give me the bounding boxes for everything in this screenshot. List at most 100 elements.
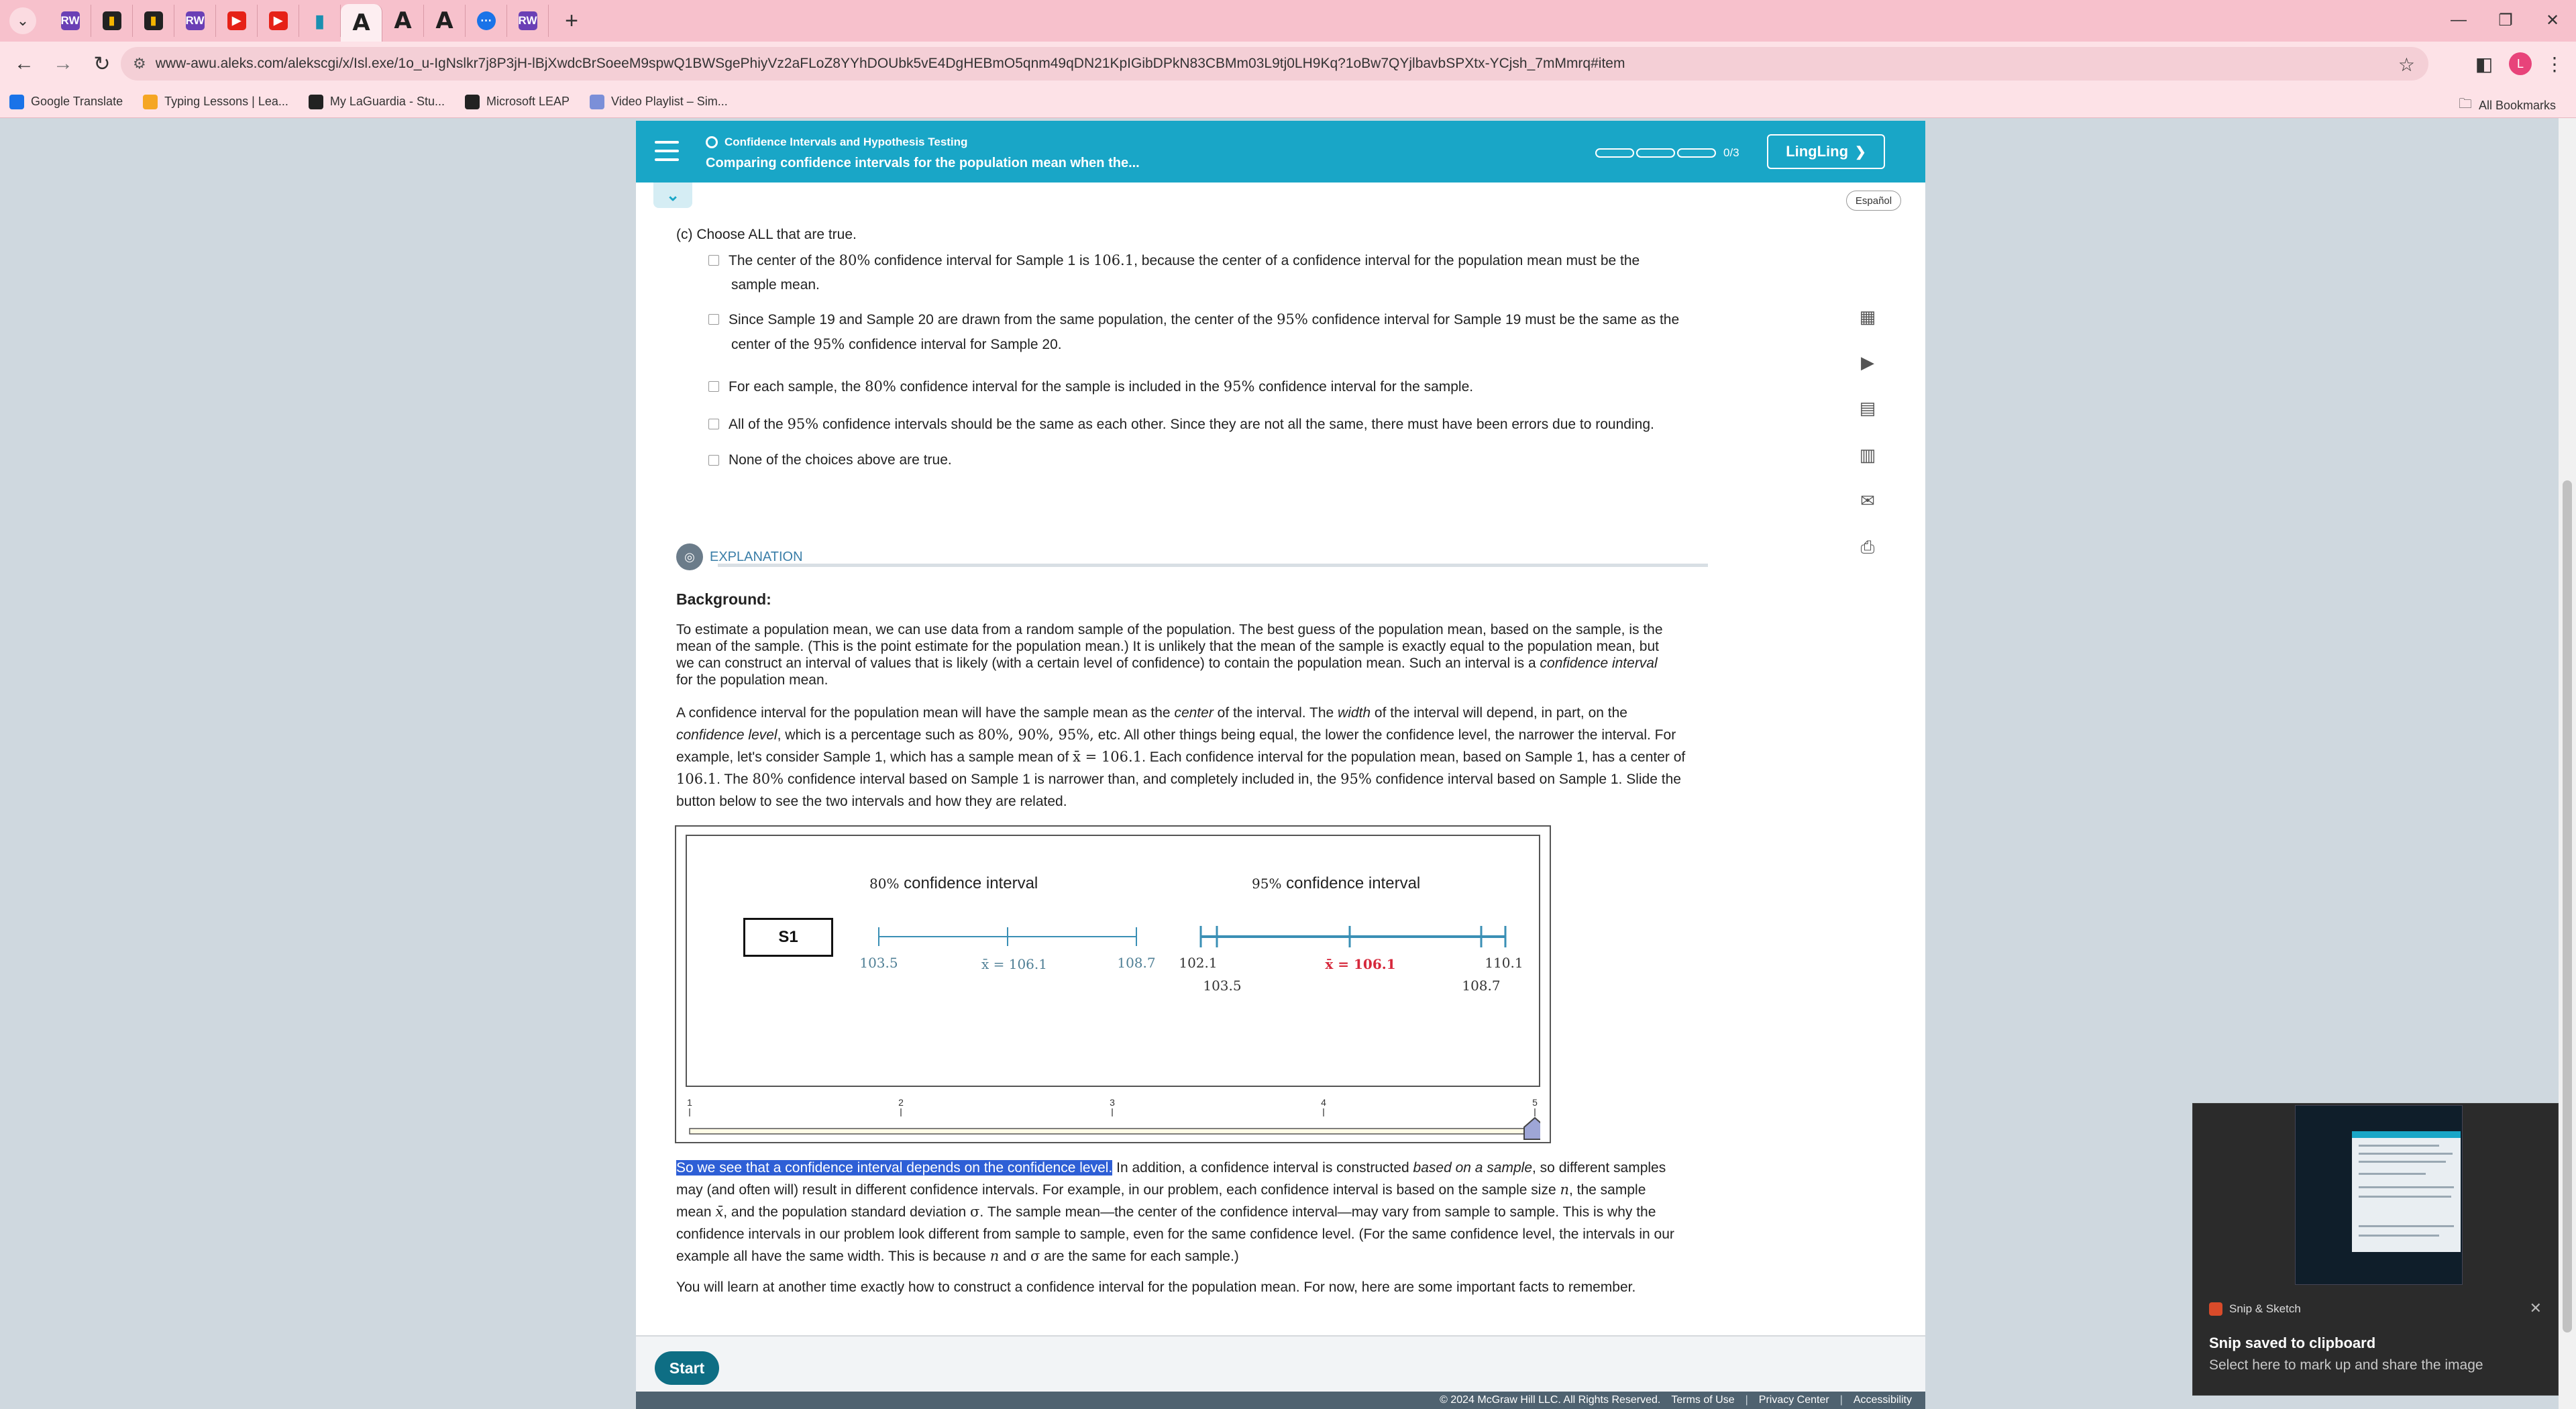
paragraph-text: , so different samples	[1532, 1160, 1666, 1176]
browser-tab[interactable]: A	[424, 5, 466, 37]
menu-kebab-icon[interactable]: ⋮	[2541, 48, 2568, 79]
calculator-icon[interactable]: ▤	[1854, 395, 1881, 421]
privacy-link[interactable]: Privacy Center	[1759, 1394, 1829, 1406]
a-favicon-icon: A	[394, 7, 412, 34]
new-tab-button[interactable]: +	[555, 5, 588, 37]
option-checkbox[interactable]	[708, 381, 719, 392]
question-label: (c) Choose ALL that are true.	[676, 227, 857, 242]
browser-tab[interactable]: ▮	[133, 5, 174, 37]
toast-close-icon[interactable]: ✕	[2530, 1300, 2542, 1317]
option-checkbox[interactable]	[708, 455, 719, 466]
separator: |	[1839, 1394, 1843, 1406]
all-bookmarks-button[interactable]: 🗀 All Bookmarks	[2459, 94, 2556, 117]
page-scrollbar[interactable]	[2559, 118, 2576, 1409]
print-icon[interactable]: ⎙	[1854, 534, 1881, 561]
url-text: www-awu.aleks.com/alekscgi/x/Isl.exe/1o_…	[155, 56, 1625, 71]
accessibility-link[interactable]: Accessibility	[1854, 1394, 1912, 1406]
restore-icon[interactable]: ❐	[2482, 5, 2529, 35]
paragraph-text: . Each confidence interval for the popul…	[1142, 749, 1686, 765]
browser-tab[interactable]: ⋯	[466, 5, 507, 37]
browser-tab[interactable]: RW	[50, 5, 91, 37]
side-panel-icon[interactable]: ◧	[2469, 48, 2500, 79]
progress-text: 0/3	[1723, 146, 1739, 159]
browser-tab[interactable]: ▮	[91, 5, 133, 37]
paragraph-italic: center	[1174, 705, 1214, 721]
option-3[interactable]: For each sample, the 80% confidence inte…	[708, 374, 1822, 399]
collapse-chevron-icon[interactable]: ⌄	[653, 182, 692, 208]
ci95-inner-low-label: 103.5	[1203, 978, 1241, 994]
topic-title: Confidence Intervals and Hypothesis Test…	[724, 136, 968, 148]
option-text-part: confidence intervals should be the same …	[818, 417, 1654, 432]
slider-track[interactable]: 1 2 3 4 5	[686, 1094, 1546, 1141]
option-checkbox[interactable]	[708, 419, 719, 429]
option-2[interactable]: Since Sample 19 and Sample 20 are drawn …	[708, 307, 1822, 354]
site-info-icon[interactable]: ⚙	[133, 55, 146, 72]
start-button[interactable]: Start	[655, 1351, 719, 1385]
no-calculator-icon[interactable]: ▦	[1854, 303, 1881, 330]
browser-tab[interactable]: RW	[507, 5, 549, 37]
background-paragraph-1: To estimate a population mean, we can us…	[676, 621, 1821, 688]
browser-tab[interactable]: ▶	[216, 5, 258, 37]
chevron-down-icon: ❯	[1855, 144, 1866, 160]
forward-icon[interactable]: →	[46, 46, 80, 81]
toast-title: Snip saved to clipboard	[2209, 1335, 2376, 1351]
profile-initial: L	[2509, 52, 2532, 75]
textbook-icon[interactable]: ▥	[1854, 441, 1881, 468]
profile-avatar[interactable]: L	[2505, 48, 2536, 79]
paragraph-italic: confidence interval	[1540, 656, 1658, 671]
scrollbar-thumb[interactable]	[2563, 480, 2572, 1333]
bookmark-label: Google Translate	[31, 95, 123, 108]
option-text-part: confidence interval for Sample 19 must b…	[1307, 312, 1680, 327]
video-icon[interactable]: ▶	[1854, 349, 1881, 376]
terms-link[interactable]: Terms of Use	[1671, 1394, 1734, 1406]
paragraph-italic: confidence level	[676, 727, 777, 743]
option-text-part: , because the center of a confidence int…	[1134, 253, 1640, 268]
bookmark-item[interactable]: Google Translate	[9, 94, 123, 109]
rw-favicon-icon: RW	[185, 11, 205, 30]
minimize-icon[interactable]: —	[2435, 5, 2482, 35]
option-1[interactable]: The center of the 80% confidence interva…	[708, 248, 1822, 295]
bookmark-item[interactable]: Microsoft LEAP	[464, 94, 570, 109]
interval-display: S1 80% confidence interval 95% confidenc…	[686, 835, 1540, 1087]
bookmark-item[interactable]: Typing Lessons | Lea...	[143, 94, 288, 109]
paragraph-text: confidence intervals in our problem look…	[676, 1227, 1674, 1242]
thumbnail-line	[2359, 1145, 2439, 1147]
snip-thumbnail[interactable]	[2295, 1105, 2463, 1285]
browser-tab[interactable]: A	[382, 5, 424, 37]
option-checkbox[interactable]	[708, 255, 719, 266]
option-4[interactable]: All of the 95% confidence intervals shou…	[708, 412, 1822, 436]
browser-tab[interactable]: ▶	[258, 5, 299, 37]
snip-notification[interactable]: Snip & Sketch ✕ Snip saved to clipboard …	[2192, 1103, 2559, 1396]
browser-tab[interactable]: RW	[174, 5, 216, 37]
url-field[interactable]: ⚙ www-awu.aleks.com/alekscgi/x/Isl.exe/1…	[121, 47, 2428, 81]
mail-icon[interactable]: ✉	[1854, 487, 1881, 514]
bookmark-label: My LaGuardia - Stu...	[329, 95, 445, 108]
back-icon[interactable]: ←	[7, 46, 42, 81]
reload-icon[interactable]: ↻	[85, 46, 119, 81]
a-favicon-icon: A	[352, 9, 370, 36]
bookmark-list: Google Translate Typing Lessons | Lea... M…	[9, 94, 748, 109]
paragraph-text: etc. All other things being equal, the l…	[1093, 727, 1676, 743]
tab-strip: RW ▮ ▮ RW ▶ ▶ ▮ A A A ⋯ RW	[50, 0, 549, 42]
bookmark-favicon-icon	[464, 94, 480, 109]
browser-tab[interactable]: ▮	[299, 5, 341, 37]
close-window-icon[interactable]: ✕	[2529, 5, 2576, 35]
thumbnail-line	[2359, 1153, 2453, 1155]
ci80-mean-label: x̄ = 106.1	[981, 956, 1047, 972]
tab-search-dropdown-icon[interactable]: ⌄	[9, 7, 36, 34]
bookmark-item[interactable]: Video Playlist – Sim...	[590, 94, 728, 109]
menu-icon[interactable]	[653, 138, 680, 164]
browser-tab[interactable]: A	[341, 4, 382, 42]
user-menu-button[interactable]: LingLing ❯	[1767, 134, 1885, 169]
bookmark-item[interactable]: My LaGuardia - Stu...	[308, 94, 445, 109]
option-text: None of the choices above are true.	[729, 452, 952, 468]
option-checkbox[interactable]	[708, 314, 719, 325]
espanol-button[interactable]: Español	[1846, 191, 1901, 211]
highlighted-text: So we see that a confidence interval dep…	[676, 1160, 1113, 1176]
slider-tick-label: 5	[1532, 1097, 1538, 1108]
option-text: For each sample, the 80% confidence inte…	[729, 374, 1829, 399]
confidence-slider[interactable]: 1 2 3 4 5	[686, 1094, 1546, 1141]
separator: |	[1745, 1394, 1748, 1406]
option-5[interactable]: None of the choices above are true.	[708, 448, 1822, 472]
bookmark-star-icon[interactable]: ☆	[2398, 54, 2415, 76]
